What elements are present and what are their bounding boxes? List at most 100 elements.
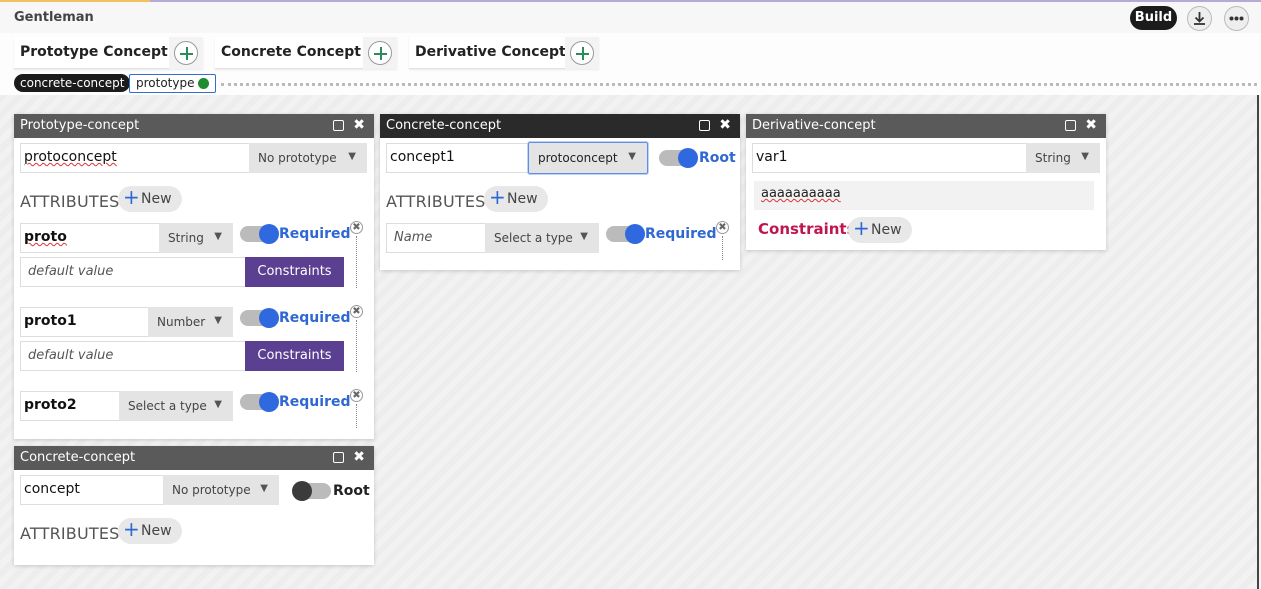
tab-derivative-concept[interactable]: Derivative Concept: [409, 37, 599, 69]
prototype-select[interactable]: No prototype ▼: [163, 475, 279, 505]
remove-attribute-icon[interactable]: ✖: [350, 305, 363, 318]
attribute-name-field[interactable]: proto2: [20, 391, 121, 421]
attribute-type-select[interactable]: Number ▼: [148, 307, 233, 337]
default-value-placeholder: default value: [28, 264, 114, 279]
remove-attribute-icon[interactable]: ✖: [350, 389, 363, 402]
maximize-icon[interactable]: [699, 120, 710, 131]
tab-label: Concrete Concept: [221, 44, 361, 60]
tab-prototype-concept[interactable]: Prototype Concept: [14, 37, 203, 69]
tag-separator: [221, 83, 1257, 86]
tab-label: Prototype Concept: [20, 44, 168, 60]
toggle-knob: [259, 308, 279, 328]
select-value: String: [168, 231, 204, 245]
caret-down-icon: ▼: [580, 231, 588, 242]
attribute-name-field[interactable]: proto: [20, 223, 161, 253]
select-value: Number: [157, 315, 206, 329]
tab-label: Derivative Concept: [415, 44, 566, 60]
tab-concrete-concept[interactable]: Concrete Concept: [215, 37, 397, 69]
attribute-divider: [722, 236, 723, 260]
default-value-field[interactable]: default value: [20, 341, 246, 371]
new-label: New: [141, 191, 172, 207]
panel-title: Derivative-concept: [752, 118, 876, 133]
new-attribute-button[interactable]: + New: [484, 186, 548, 212]
prototype-select[interactable]: protoconcept ▼: [528, 142, 648, 174]
constraints-button[interactable]: Constraints: [245, 341, 344, 371]
required-label: Required: [645, 226, 717, 242]
derivative-value: aaaaaaaaaa: [761, 186, 841, 201]
new-label: New: [507, 191, 538, 207]
attribute-name-field[interactable]: proto1: [20, 307, 150, 337]
root-toggle[interactable]: [659, 148, 698, 168]
required-toggle[interactable]: [240, 308, 279, 328]
close-icon[interactable]: ✖: [1085, 117, 1097, 133]
concept-toolbar: Prototype Concept Concrete Concept Deriv…: [0, 33, 1261, 95]
required-label: Required: [279, 310, 351, 326]
concrete-concept-panel-2: Concrete-concept ✖ concept No prototype …: [14, 446, 374, 565]
new-attribute-button[interactable]: + New: [118, 518, 182, 544]
concept-name-field[interactable]: var1: [752, 143, 1028, 173]
panel-title: Prototype-concept: [20, 118, 140, 133]
attributes-heading: ATTRIBUTES: [20, 524, 120, 543]
tag-prototype[interactable]: prototype: [129, 74, 216, 93]
caret-down-icon: ▼: [214, 231, 222, 242]
required-toggle[interactable]: [606, 224, 645, 244]
close-icon[interactable]: ✖: [353, 117, 365, 133]
toggle-knob: [259, 392, 279, 412]
close-icon[interactable]: ✖: [353, 449, 365, 465]
required-toggle[interactable]: [240, 224, 279, 244]
root-toggle[interactable]: [292, 481, 331, 501]
attribute-type-select[interactable]: String ▼: [159, 223, 233, 253]
attribute-name-value: proto1: [24, 313, 77, 329]
new-attribute-button[interactable]: + New: [118, 186, 182, 212]
maximize-icon[interactable]: [333, 452, 344, 463]
maximize-icon[interactable]: [1065, 120, 1076, 131]
add-concrete-concept-button[interactable]: [363, 37, 397, 69]
top-bar: Gentleman Build: [0, 0, 1261, 33]
remove-attribute-icon[interactable]: ✖: [716, 221, 729, 234]
remove-attribute-icon[interactable]: ✖: [350, 221, 363, 234]
new-label: New: [871, 222, 902, 238]
add-prototype-concept-button[interactable]: [169, 37, 203, 69]
attributes-heading: ATTRIBUTES: [386, 192, 486, 211]
concept-name-field[interactable]: protoconcept: [20, 143, 251, 173]
plus-icon: [368, 41, 392, 65]
prototype-select[interactable]: No prototype ▼: [249, 143, 367, 173]
download-button[interactable]: [1187, 6, 1212, 31]
plus-icon: [174, 41, 198, 65]
download-icon: [1194, 12, 1205, 25]
required-toggle[interactable]: [240, 392, 279, 412]
close-icon[interactable]: ✖: [719, 117, 731, 133]
attribute-name-value: proto2: [24, 397, 77, 413]
caret-down-icon: ▼: [1081, 151, 1089, 162]
new-constraint-button[interactable]: + New: [848, 217, 912, 243]
attributes-heading: ATTRIBUTES: [20, 192, 120, 211]
concept-name-value: protoconcept: [24, 149, 117, 165]
constraints-button[interactable]: Constraints: [245, 257, 344, 287]
add-derivative-concept-button[interactable]: [565, 37, 599, 69]
select-value: String: [1035, 151, 1071, 165]
root-label: Root: [333, 483, 370, 499]
plus-icon: [570, 41, 594, 65]
derivative-value-field[interactable]: aaaaaaaaaa: [754, 181, 1094, 210]
more-icon: [1229, 16, 1244, 21]
concept-name-field[interactable]: concept: [20, 475, 165, 505]
caret-down-icon: ▼: [260, 483, 268, 494]
panel-title: Concrete-concept: [386, 118, 502, 133]
default-value-field[interactable]: default value: [20, 257, 246, 287]
maximize-icon[interactable]: [333, 120, 344, 131]
attribute-type-select[interactable]: Select a type ▼: [119, 391, 233, 421]
concept-name-field[interactable]: concept1: [386, 143, 530, 173]
caret-down-icon: ▼: [628, 151, 636, 162]
attribute-name-field[interactable]: Name: [386, 223, 487, 253]
status-dot-icon: [198, 78, 209, 89]
new-label: New: [141, 523, 172, 539]
attribute-name-value: proto: [24, 229, 67, 245]
type-select[interactable]: String ▼: [1026, 143, 1100, 173]
panel-header: Concrete-concept ✖: [14, 446, 374, 470]
more-button[interactable]: [1224, 6, 1249, 31]
toggle-knob: [292, 481, 312, 501]
build-button[interactable]: Build: [1130, 6, 1177, 30]
select-value: protoconcept: [538, 151, 618, 165]
tag-concrete-concept[interactable]: concrete-concept: [14, 74, 131, 92]
attribute-type-select[interactable]: Select a type ▼: [485, 223, 599, 253]
